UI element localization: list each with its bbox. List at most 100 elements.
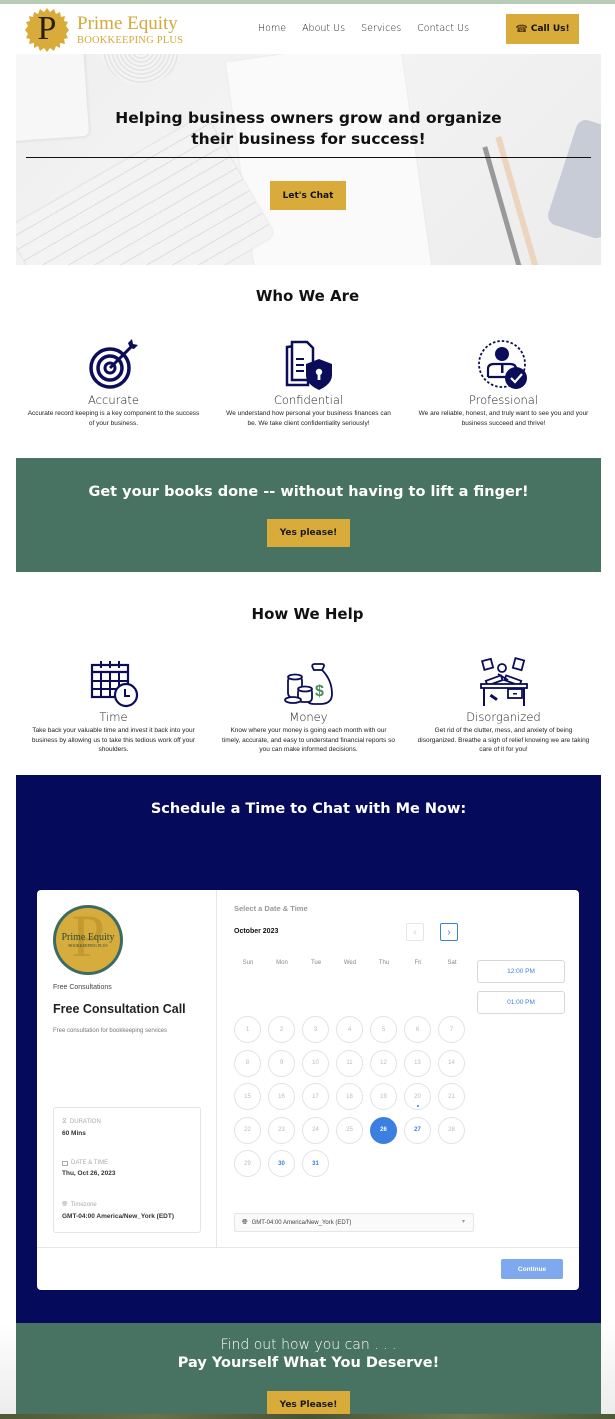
select-date-heading: Select a Date & Time: [234, 904, 308, 913]
feature-professional: Professional We are reliable, honest, an…: [406, 335, 601, 428]
feature-title: Confidential: [273, 393, 344, 407]
cta-band-title: Pay Yourself What You Deserve!: [177, 1355, 440, 1371]
event-description: Free consultation for bookkeeping servic…: [53, 1028, 168, 1034]
cta-band-pay-yourself: Find out how you can . . . Pay Yourself …: [16, 1323, 601, 1419]
calendar-day: 2: [268, 1016, 295, 1043]
weekday-header: Fri: [414, 960, 422, 966]
timezone-value: GMT-04:00 America/New_York (EDT): [62, 1213, 174, 1220]
calendar-day: 22: [234, 1116, 261, 1144]
weekday-header: Tue: [310, 960, 322, 966]
hero-banner: Helping business owners grow and organiz…: [16, 54, 601, 265]
calendar-day: 8: [234, 1049, 261, 1077]
lets-chat-button[interactable]: Let's Chat: [270, 181, 346, 210]
feature-title: Accurate: [88, 393, 139, 407]
footer-image-strip: [0, 1414, 615, 1419]
weekday-header: Mon: [276, 960, 288, 966]
next-month-button[interactable]: ›: [440, 923, 458, 941]
verified-professional-icon: [406, 335, 601, 391]
phone-icon: ☎: [515, 23, 528, 35]
today-indicator: [417, 1105, 419, 1107]
calendar-day: 18: [336, 1083, 363, 1110]
widget-logo: P Prime Equity BOOKKEEPING PLUS: [53, 905, 123, 975]
feature-desc: Take back your valuable time and invest …: [31, 727, 196, 753]
nav-contact-us[interactable]: Contact Us: [417, 23, 469, 34]
schedule-section: Schedule a Time to Chat with Me Now: P P…: [16, 775, 601, 1323]
datetime-value: Thu, Oct 26, 2023: [62, 1170, 116, 1177]
calendar-day: 17: [302, 1083, 329, 1110]
weekday-header: Thu: [378, 960, 390, 966]
duration-info: ⧖ DURATION 60 Mins: [62, 1118, 101, 1137]
cta-band-books: Get your books done -- without having to…: [16, 458, 601, 572]
calendar-day: 14: [438, 1049, 465, 1077]
site-header: P Prime Equity BOOKKEEPING PLUS Home Abo…: [0, 4, 615, 54]
calendar-day[interactable]: 27: [404, 1116, 431, 1144]
target-icon: [16, 335, 211, 391]
logo-letter: P: [37, 10, 57, 47]
calendar-day[interactable]: 26: [370, 1116, 397, 1144]
money-bag-icon: $: [211, 652, 406, 708]
timezone-label: Timezone: [70, 1202, 97, 1208]
page-side-left: [0, 1323, 16, 1414]
logo[interactable]: P Prime Equity BOOKKEEPING PLUS: [24, 7, 183, 53]
feature-title: Money: [289, 710, 328, 724]
feature-money: $ Money Know where your money is going e…: [211, 652, 406, 755]
messy-desk-icon: [406, 652, 601, 708]
widget-footer-divider: [37, 1247, 579, 1248]
calendar-day[interactable]: 30: [268, 1150, 295, 1177]
svg-text:$: $: [315, 683, 324, 700]
call-us-button[interactable]: ☎ Call Us!: [506, 14, 579, 44]
chevron-left-icon: ‹: [413, 926, 417, 938]
logo-title: Prime Equity: [77, 12, 178, 34]
feature-time: Time Take back your valuable time and in…: [16, 652, 211, 755]
weekday-header: Wed: [343, 960, 357, 966]
main-nav: Home About Us Services Contact Us: [258, 23, 485, 34]
time-slot[interactable]: 01:00 PM: [477, 991, 565, 1014]
nav-about-us[interactable]: About Us: [302, 23, 345, 34]
globe-icon: 🌐︎: [62, 1201, 68, 1208]
calendar-day: 7: [438, 1016, 465, 1043]
event-category: Free Consultations: [53, 984, 112, 991]
yes-please-button[interactable]: Yes please!: [267, 519, 350, 547]
feature-title: Disorganized: [466, 710, 541, 724]
how-we-help-features: Time Take back your valuable time and in…: [16, 652, 601, 755]
nav-home[interactable]: Home: [258, 23, 286, 34]
who-we-are-title: Who We Are: [255, 287, 360, 305]
feature-desc: We are reliable, honest, and truly want …: [418, 410, 589, 427]
cta-band-title: Get your books done -- without having to…: [88, 484, 529, 500]
calendar-day: 25: [336, 1116, 363, 1144]
calendar-day: 11: [336, 1049, 363, 1077]
calendar-day: 19: [370, 1083, 397, 1110]
continue-button[interactable]: Continue: [501, 1259, 563, 1279]
cta-band-subtitle: Find out how you can . . .: [220, 1337, 397, 1353]
calendar-day: 13: [404, 1049, 431, 1077]
timezone-info: 🌐︎ Timezone GMT-04:00 America/New_York (E…: [62, 1201, 174, 1220]
time-slot[interactable]: 12:00 PM: [477, 960, 565, 983]
calendar-day: 12: [370, 1049, 397, 1077]
feature-desc: Accurate record keeping is a key compone…: [27, 410, 200, 427]
feature-desc: Get rid of the clutter, mess, and anxiet…: [417, 727, 590, 753]
event-details-panel: P Prime Equity BOOKKEEPING PLUS Free Con…: [37, 890, 217, 1247]
timezone-select-value: GMT-04:00 America/New_York (EDT): [251, 1219, 352, 1226]
calendar-day: 9: [268, 1049, 295, 1077]
weekday-header: Sun: [242, 960, 254, 966]
calendar-month: October 2023: [234, 928, 279, 935]
timezone-select[interactable]: 🌐︎ GMT-04:00 America/New_York (EDT) ▾: [234, 1213, 474, 1232]
datetime-info: DATE & TIME Thu, Oct 26, 2023: [62, 1160, 115, 1177]
nav-services[interactable]: Services: [361, 23, 401, 34]
calendar-day: 16: [268, 1083, 295, 1110]
calendar-day: 3: [302, 1016, 329, 1043]
calendar-day: 4: [336, 1016, 363, 1043]
calendar-day: 24: [302, 1116, 329, 1144]
hourglass-icon: ⧖: [62, 1118, 67, 1125]
previous-month-button[interactable]: ‹: [406, 923, 424, 941]
calendar-day: 15: [234, 1083, 261, 1110]
calendar-day[interactable]: 31: [302, 1150, 329, 1177]
booking-widget: P Prime Equity BOOKKEEPING PLUS Free Con…: [37, 890, 579, 1290]
feature-disorganized: Disorganized Get rid of the clutter, mes…: [406, 652, 601, 755]
feature-confidential: Confidential We understand how personal …: [211, 335, 406, 428]
globe-icon: 🌐︎: [242, 1218, 248, 1226]
how-we-help-title: How We Help: [251, 605, 364, 623]
calendar-day: 5: [370, 1016, 397, 1043]
event-summary-box: ⧖ DURATION 60 Mins DATE & TIME Thu, Oct 2…: [53, 1107, 201, 1233]
logo-badge-icon: P: [24, 7, 70, 53]
